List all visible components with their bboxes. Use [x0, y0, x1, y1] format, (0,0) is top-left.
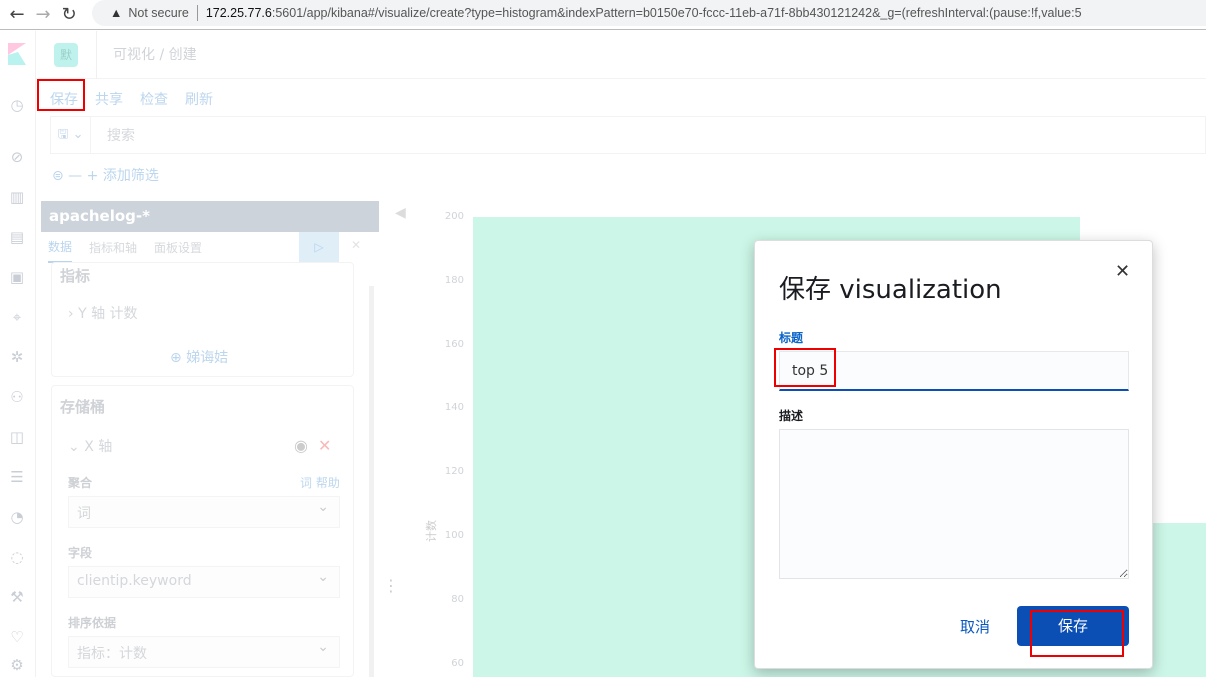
add-filter-label: + 添加筛选 [86, 168, 159, 184]
add-metric-button[interactable]: ⊕ 娣诲姞 [170, 347, 228, 367]
tab-metrics-axes[interactable]: 指标和轴 [89, 239, 137, 256]
dialog-title: 保存 visualization [779, 275, 1002, 305]
tab-panel-settings[interactable]: 面板设置 [154, 239, 202, 256]
refresh-menu-link[interactable]: 刷新 [185, 89, 213, 109]
url-path: :5601/app/kibana#/visualize/create?type=… [271, 6, 1082, 20]
browser-toolbar: ← → ↻ ▲ Not secure 172.25.77.6:5601/app/… [0, 0, 1206, 30]
apm-icon[interactable]: ◔ [8, 508, 26, 526]
editor-panel: apachelog-* 数据 指标和轴 面板设置 ▷ ✕ 指标 › Y 轴 计数… [41, 201, 379, 677]
infra-icon[interactable]: ◫ [8, 428, 26, 446]
not-secure-label: Not secure [128, 6, 189, 20]
panel-scrollbar[interactable] [369, 286, 374, 677]
metrics-card: 指标 › Y 轴 计数 ⊕ 娣诲姞 [51, 262, 354, 377]
share-menu-link[interactable]: 共享 [95, 89, 123, 109]
title-label: 标题 [779, 331, 804, 345]
agg-help-link[interactable]: 词 帮助 [300, 474, 340, 491]
clock-icon[interactable]: ◷ [8, 96, 26, 114]
bucket-x-axis-item[interactable]: ⌄ X 轴 [68, 436, 112, 456]
y-tick: 80 [451, 593, 464, 605]
y-tick: 120 [444, 466, 464, 478]
field-label: 字段 [68, 546, 93, 560]
highlight-box [774, 348, 836, 387]
discard-close-icon[interactable]: ✕ [351, 238, 361, 252]
tab-data[interactable]: 数据 [48, 232, 73, 263]
cancel-button[interactable]: 取消 [960, 616, 990, 637]
eye-icon[interactable]: ◉ [294, 436, 308, 455]
uptime-icon[interactable]: ◌ [8, 548, 26, 566]
add-filter-link[interactable]: ⊜ — + 添加筛选 [52, 165, 159, 185]
forward-icon[interactable]: → [30, 4, 56, 25]
save-dialog: 保存 visualization ✕ 标题 描述 取消 保存 [754, 240, 1153, 669]
buckets-card: 存储桶 ⌄ X 轴 ◉ ✕ 聚合 词 帮助 词 字段 clientip.keyw… [51, 385, 354, 677]
maps-icon[interactable]: ⌖ [8, 308, 26, 326]
metric-y-axis-item[interactable]: › Y 轴 计数 [68, 303, 138, 323]
remove-icon[interactable]: ✕ [318, 436, 331, 455]
y-tick: 180 [444, 274, 464, 286]
close-icon[interactable]: ✕ [1115, 261, 1130, 282]
header: 默 可视化 / 创建 [36, 30, 1206, 79]
buckets-title: 存储桶 [60, 398, 106, 416]
settings-icon[interactable]: ⚙ [8, 656, 26, 674]
back-icon[interactable]: ← [4, 4, 30, 25]
inspect-menu-link[interactable]: 检查 [140, 89, 168, 109]
url-host: 172.25.77.6 [205, 6, 272, 20]
kibana-logo[interactable] [8, 43, 26, 65]
devtools-icon[interactable]: ⚒ [8, 588, 26, 606]
ml-icon[interactable]: ✲ [8, 348, 26, 366]
index-pattern-title: apachelog-* [41, 201, 379, 232]
space-avatar[interactable]: 默 [54, 42, 78, 67]
editor-tabs: 数据 指标和轴 面板设置 ▷ ✕ [41, 232, 379, 263]
order-label: 排序依据 [68, 616, 117, 630]
saved-query-icon[interactable]: 🖫 ⌄ [51, 117, 91, 153]
agg-select[interactable]: 词 [68, 496, 340, 528]
description-textarea[interactable] [779, 429, 1129, 579]
left-nav: ◷ ⊘ ▥ ▤ ▣ ⌖ ✲ ⚇ ◫ ☰ ◔ ◌ ⚒ ♡ ⚙ [0, 31, 36, 677]
visualize-icon[interactable]: ▥ [8, 188, 26, 206]
warning-icon: ▲ [110, 6, 123, 20]
monitoring-icon[interactable]: ♡ [8, 628, 26, 646]
address-bar[interactable]: ▲ Not secure 172.25.77.6:5601/app/kibana… [92, 0, 1206, 26]
search-input[interactable]: 搜索 [107, 125, 135, 145]
field-select[interactable]: clientip.keyword [68, 566, 340, 598]
agg-label: 聚合 [68, 476, 93, 490]
y-tick: 100 [444, 530, 464, 541]
y-tick: 160 [444, 338, 464, 350]
apply-play-button[interactable]: ▷ [299, 232, 339, 262]
query-bar: 🖫 ⌄ 搜索 [50, 116, 1206, 154]
dashboard-icon[interactable]: ▤ [8, 228, 26, 246]
description-label: 描述 [779, 409, 804, 423]
order-select[interactable]: 指标：计数 [68, 636, 340, 668]
discover-compass-icon[interactable]: ⊘ [8, 148, 26, 166]
y-tick: 60 [451, 657, 464, 669]
metrics-title: 指标 [60, 267, 91, 285]
canvas-icon[interactable]: ▣ [8, 268, 26, 286]
y-tick: 200 [444, 211, 464, 222]
breadcrumb[interactable]: 可视化 / 创建 [96, 30, 197, 79]
y-tick: 140 [444, 402, 464, 414]
logs-icon[interactable]: ☰ [8, 468, 26, 486]
highlight-box [37, 79, 85, 111]
filter-icon: ⊜ — [52, 168, 87, 184]
graph-icon[interactable]: ⚇ [8, 388, 26, 406]
highlight-box [1030, 610, 1124, 657]
reload-icon[interactable]: ↻ [56, 4, 82, 25]
